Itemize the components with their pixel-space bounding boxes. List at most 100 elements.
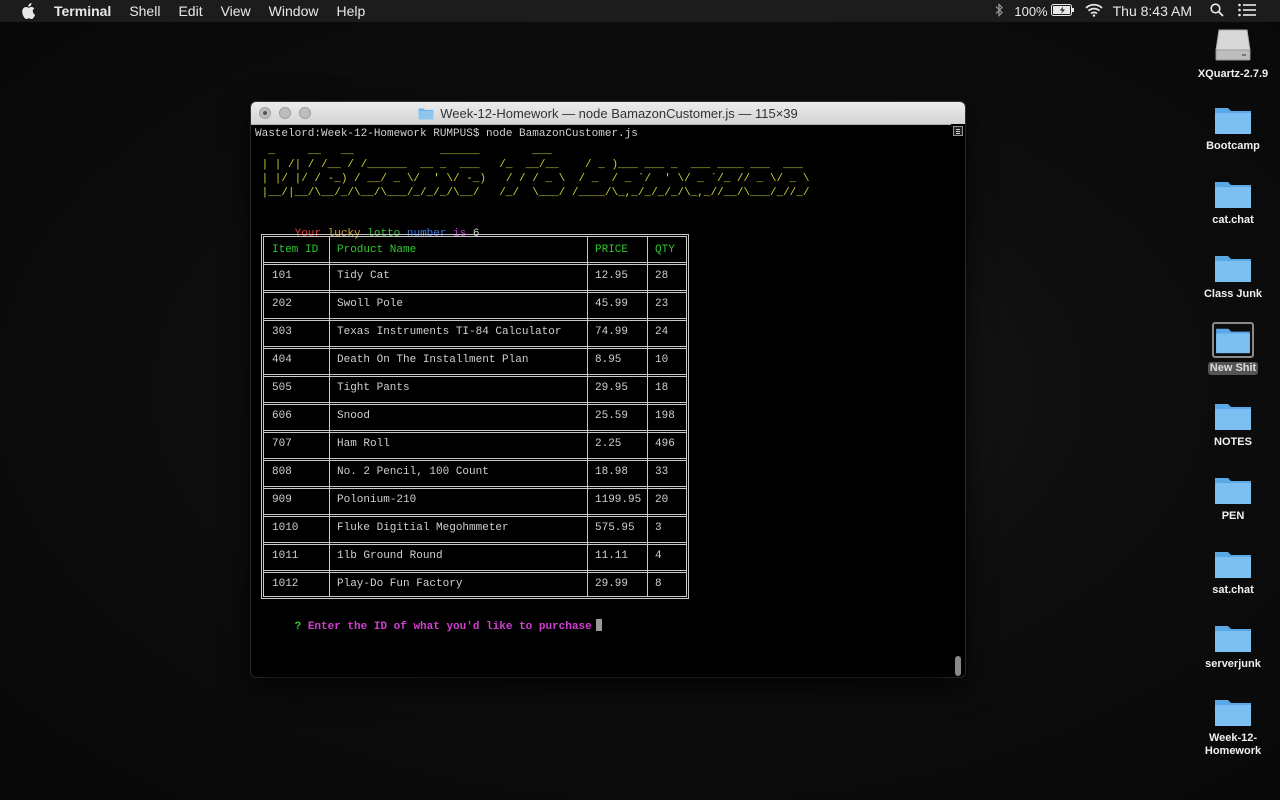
spotlight-search-icon[interactable] bbox=[1210, 2, 1224, 20]
folder-icon bbox=[1215, 404, 1251, 430]
table-row: 505 Tight Pants 29.95 18 bbox=[264, 374, 686, 405]
product-name-cell: Ham Roll bbox=[337, 438, 390, 450]
qty-cell: 24 bbox=[655, 326, 669, 338]
item-id-cell: 909 bbox=[272, 494, 292, 506]
ascii-art-line: |__/|__/\__/_/\__/\___/_/_/_/\__/ /_/ \_… bbox=[255, 187, 810, 199]
qty-cell: 10 bbox=[655, 354, 669, 366]
product-name-cell: Swoll Pole bbox=[337, 298, 404, 310]
desktop-icon-label: PEN bbox=[1221, 510, 1245, 522]
terminal-output[interactable]: Wastelord:Week-12-Homework RUMPUS$ node … bbox=[255, 126, 945, 676]
qty-cell: 4 bbox=[655, 550, 662, 562]
price-cell: 74.99 bbox=[595, 326, 629, 338]
bluetooth-icon[interactable] bbox=[994, 2, 1004, 20]
clock[interactable]: Thu 8:43 AM bbox=[1113, 3, 1192, 19]
table-row: 909 Polonium-210 1199.95 20 bbox=[264, 486, 686, 517]
price-cell: 1199.95 bbox=[595, 494, 642, 506]
desktop-icon-label: Class Junk bbox=[1203, 288, 1263, 300]
product-table: Item ID Product Name PRICE QTY 101 Tidy Cat 12… bbox=[261, 234, 689, 599]
qty-cell: 18 bbox=[655, 382, 669, 394]
menu-edit[interactable]: Edit bbox=[169, 0, 211, 22]
table-row: 404 Death On The Installment Plan 8.95 10 bbox=[264, 346, 686, 377]
folder-icon bbox=[1215, 182, 1251, 208]
desktop-icon-label: cat.chat bbox=[1212, 214, 1254, 226]
product-name-cell: Snood bbox=[337, 410, 371, 422]
terminal-scrollbar[interactable] bbox=[951, 124, 965, 677]
desktop-folder-week-12-homework[interactable]: Week-12-Homework bbox=[1183, 696, 1280, 758]
notification-center-icon[interactable] bbox=[1238, 3, 1256, 20]
scrollbar-thumb[interactable] bbox=[955, 656, 961, 676]
menu-window[interactable]: Window bbox=[260, 0, 328, 22]
qty-cell: 20 bbox=[655, 494, 669, 506]
disk-drive-icon bbox=[1215, 29, 1251, 61]
desktop-drive-xquartz[interactable]: XQuartz-2.7.9 bbox=[1183, 28, 1280, 81]
terminal-window[interactable]: Week-12-Homework — node BamazonCustomer.… bbox=[251, 102, 965, 677]
selection-frame bbox=[1212, 322, 1254, 358]
desktop-folder-notes[interactable]: NOTES bbox=[1183, 400, 1280, 449]
desktop-icon-label: sat.chat bbox=[1212, 584, 1254, 596]
desktop-icon-label: NOTES bbox=[1214, 436, 1252, 448]
item-id-cell: 1011 bbox=[272, 550, 299, 562]
folder-icon bbox=[1215, 256, 1251, 282]
desktop-icon-label: Bootcamp bbox=[1206, 140, 1260, 152]
price-cell: 25.59 bbox=[595, 410, 629, 422]
apple-menu-icon[interactable] bbox=[18, 0, 38, 22]
ascii-art-line: _ __ __ ______ ___ bbox=[255, 145, 553, 157]
qty-cell: 23 bbox=[655, 298, 669, 310]
wifi-icon[interactable] bbox=[1085, 3, 1103, 20]
folder-icon bbox=[1216, 328, 1250, 354]
folder-icon bbox=[1215, 552, 1251, 578]
menu-help[interactable]: Help bbox=[327, 0, 374, 22]
shell-prompt-line: Wastelord:Week-12-Homework RUMPUS$ node … bbox=[255, 128, 638, 140]
menu-view[interactable]: View bbox=[212, 0, 260, 22]
qty-cell: 3 bbox=[655, 522, 662, 534]
desktop-folder-new-shit[interactable]: New Shit bbox=[1183, 322, 1280, 375]
table-row: 606 Snood 25.59 198 bbox=[264, 402, 686, 433]
window-zoom-button[interactable] bbox=[299, 107, 311, 119]
question-mark: ? bbox=[294, 621, 302, 633]
folder-icon bbox=[418, 107, 434, 120]
qty-cell: 496 bbox=[655, 438, 675, 450]
product-name-cell: Play-Do Fun Factory bbox=[337, 578, 463, 590]
menu-shell[interactable]: Shell bbox=[120, 0, 169, 22]
product-name-cell: Tidy Cat bbox=[337, 270, 390, 282]
menu-bar: Terminal Shell Edit View Window Help 100… bbox=[0, 0, 1280, 22]
battery-percent[interactable]: 100% bbox=[1014, 4, 1047, 19]
item-id-cell: 707 bbox=[272, 438, 292, 450]
product-name-cell: Polonium-210 bbox=[337, 494, 417, 506]
desktop-folder-pen[interactable]: PEN bbox=[1183, 474, 1280, 523]
folder-icon bbox=[1215, 700, 1251, 726]
desktop-folder-bootcamp[interactable]: Bootcamp bbox=[1183, 104, 1280, 153]
price-cell: 11.11 bbox=[595, 550, 629, 562]
table-row: 1011 1lb Ground Round 11.11 4 bbox=[264, 542, 686, 573]
column-header: Item ID bbox=[272, 244, 319, 256]
price-cell: 12.95 bbox=[595, 270, 629, 282]
desktop-icon-label: New Shit bbox=[1207, 362, 1259, 375]
column-header: QTY bbox=[655, 244, 675, 256]
desktop-folder-sat-chat[interactable]: sat.chat bbox=[1183, 548, 1280, 597]
purchase-prompt-line[interactable]: ? Enter the ID of what you'd like to pur… bbox=[255, 605, 602, 648]
price-cell: 575.95 bbox=[595, 522, 635, 534]
desktop-icon-label: XQuartz-2.7.9 bbox=[1197, 68, 1269, 80]
window-minimize-button[interactable] bbox=[279, 107, 291, 119]
desktop-icon-label: Week-12-Homework bbox=[1204, 732, 1262, 757]
window-close-button[interactable] bbox=[259, 107, 271, 119]
folder-icon bbox=[1215, 108, 1251, 134]
desktop-folder-cat-chat[interactable]: cat.chat bbox=[1183, 178, 1280, 227]
item-id-cell: 505 bbox=[272, 382, 292, 394]
product-name-cell: Death On The Installment Plan bbox=[337, 354, 529, 366]
table-header-row: Item ID Product Name PRICE QTY bbox=[264, 237, 686, 265]
battery-icon[interactable] bbox=[1050, 3, 1075, 19]
product-name-cell: No. 2 Pencil, 100 Count bbox=[337, 466, 489, 478]
window-titlebar[interactable]: Week-12-Homework — node BamazonCustomer.… bbox=[251, 102, 965, 125]
column-header: Product Name bbox=[337, 244, 417, 256]
table-row: 101 Tidy Cat 12.95 28 bbox=[264, 262, 686, 293]
product-name-cell: Texas Instruments TI-84 Calculator bbox=[337, 326, 562, 338]
desktop-folder-class-junk[interactable]: Class Junk bbox=[1183, 252, 1280, 301]
desktop-folder-serverjunk[interactable]: serverjunk bbox=[1183, 622, 1280, 671]
folder-icon bbox=[1215, 478, 1251, 504]
menu-app-terminal[interactable]: Terminal bbox=[54, 0, 120, 22]
split-pane-icon[interactable] bbox=[953, 126, 963, 136]
price-cell: 45.99 bbox=[595, 298, 629, 310]
item-id-cell: 1012 bbox=[272, 578, 299, 590]
item-id-cell: 606 bbox=[272, 410, 292, 422]
